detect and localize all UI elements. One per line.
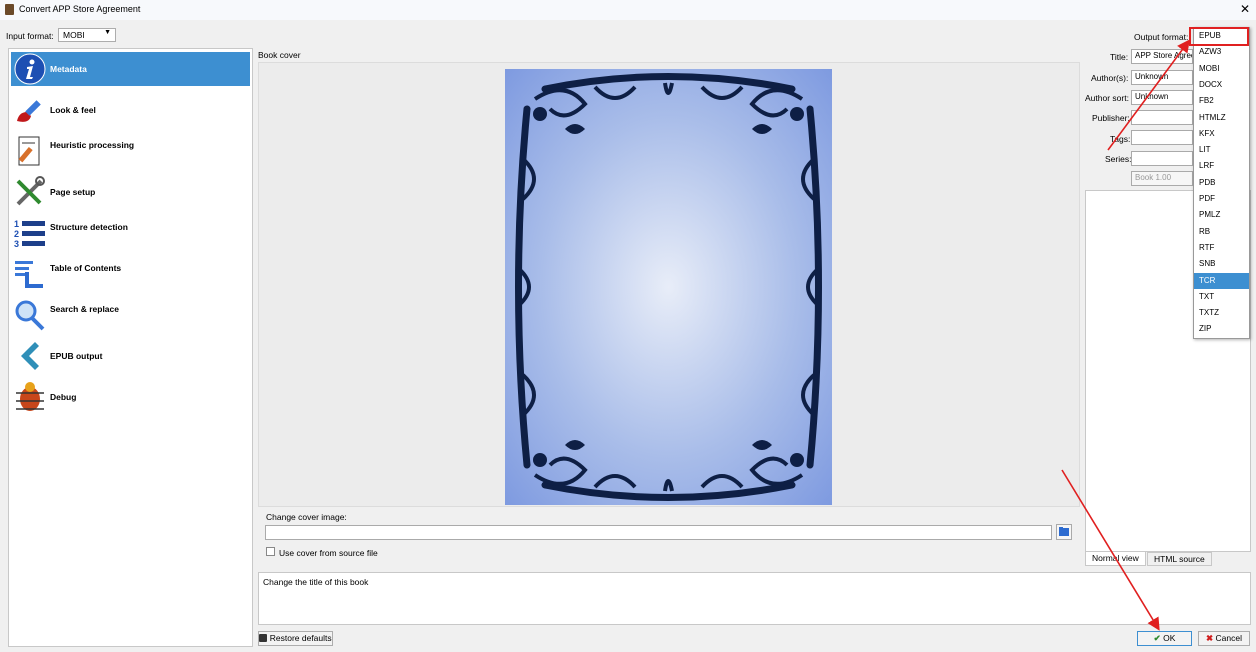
sidebar-item-label: Table of Contents [50,263,122,273]
series-label: Series: [1105,154,1132,164]
format-option-txtz[interactable]: TXTZ [1194,305,1249,321]
sidebar-item-structure[interactable]: 1 2 3 Structure detection [11,216,250,250]
format-option-pmlz[interactable]: PMLZ [1194,207,1249,223]
toc-icon [15,261,43,288]
tab-html-source[interactable]: HTML source [1147,552,1212,566]
title-field[interactable]: APP Store Agree [1131,49,1193,64]
authors-field[interactable]: Unknown [1131,70,1193,85]
svg-text:2: 2 [14,229,19,239]
title-bar: Convert APP Store Agreement ✕ [0,0,1256,20]
series-field[interactable] [1131,151,1193,166]
sidebar-item-metadata[interactable]: Metadata [11,52,250,86]
checkmark-icon: ✔ [1153,633,1161,643]
restore-icon [259,634,268,642]
annotation-highlight-box [1189,27,1249,46]
sidebar-item-label: Metadata [50,64,87,74]
sidebar-item-page-setup[interactable]: Page setup [11,175,250,209]
format-option-lrf[interactable]: LRF [1194,158,1249,174]
cover-path-input[interactable] [265,525,1052,540]
sidebar-item-label: Debug [50,392,77,402]
output-format-label: Output format: [1134,32,1189,42]
authors-label: Author(s): [1091,73,1129,83]
tags-field[interactable] [1131,130,1193,145]
svg-text:3: 3 [14,239,19,249]
format-option-txt[interactable]: TXT [1194,289,1249,305]
format-option-kfx[interactable]: KFX [1194,126,1249,142]
document-pen-icon [18,136,40,166]
close-icon[interactable]: ✕ [1240,2,1250,16]
cross-icon: ✖ [1206,633,1214,643]
tools-icon [16,176,45,206]
book-cover-image [505,69,832,505]
sidebar-item-toc[interactable]: Table of Contents [11,257,250,291]
app-icon [5,4,14,15]
format-option-pdb[interactable]: PDB [1194,175,1249,191]
sidebar-item-label: EPUB output [50,351,103,361]
format-option-rtf[interactable]: RTF [1194,240,1249,256]
format-option-zip[interactable]: ZIP [1194,321,1249,337]
info-icon [14,53,46,85]
ok-button[interactable]: ✔ OK [1137,631,1192,646]
format-option-mobi[interactable]: MOBI [1194,61,1249,77]
window-title: Convert APP Store Agreement [19,4,141,14]
author-sort-label: Author sort: [1085,93,1129,103]
restore-defaults-label: Restore defaults [269,633,332,643]
format-option-docx[interactable]: DOCX [1194,77,1249,93]
ok-label: OK [1163,633,1176,643]
use-source-cover-checkbox[interactable] [266,547,275,556]
format-option-htmlz[interactable]: HTMLZ [1194,110,1249,126]
sidebar-item-label: Look & feel [50,105,96,115]
numbered-list-icon: 1 2 3 [14,219,45,249]
format-option-fb2[interactable]: FB2 [1194,93,1249,109]
publisher-label: Publisher: [1092,113,1130,123]
book-cover-label: Book cover [258,50,301,60]
format-option-lit[interactable]: LIT [1194,142,1249,158]
sidebar-item-search-replace[interactable]: Search & replace [11,298,250,332]
description-text: Change the title of this book [263,577,369,587]
series-index-field[interactable]: Book 1.00 [1131,171,1193,186]
ornamental-frame [515,73,822,501]
description-box: Change the title of this book [258,572,1251,625]
format-option-snb[interactable]: SNB [1194,256,1249,272]
paintbrush-icon [17,100,41,122]
input-format-select[interactable]: MOBI ▼ [58,28,116,42]
browse-folder-button[interactable] [1056,524,1072,540]
svg-text:1: 1 [14,219,19,229]
format-option-azw3[interactable]: AZW3 [1194,44,1249,60]
sidebar-item-look-feel[interactable]: Look & feel [11,93,250,127]
sidebar-item-label: Heuristic processing [50,140,135,150]
folder-icon [1059,527,1069,536]
restore-defaults-button[interactable]: Restore defaults [258,631,333,646]
title-label: Title: [1110,52,1129,62]
cancel-button[interactable]: ✖ Cancel [1198,631,1250,646]
format-option-pdf[interactable]: PDF [1194,191,1249,207]
format-option-tcr[interactable]: TCR [1194,272,1249,289]
tab-normal-view[interactable]: Normal view [1085,552,1146,566]
sidebar-item-label: Structure detection [50,222,128,232]
use-source-cover-label: Use cover from source file [279,548,378,558]
tags-label: Tags: [1110,134,1131,144]
output-format-dropdown[interactable]: EPUB AZW3 MOBI DOCX FB2 HTMLZ KFX LIT LR… [1193,27,1250,339]
chevron-down-icon: ▼ [104,29,111,36]
sidebar-item-label: Page setup [50,187,96,197]
publisher-field[interactable] [1131,110,1193,125]
author-sort-field[interactable]: Unknown [1131,90,1193,105]
chevron-left-icon [21,342,39,370]
sidebar-item-debug[interactable]: Debug [11,380,250,414]
magnifier-icon [15,300,45,331]
sidebar-item-heuristic[interactable]: Heuristic processing [11,134,250,168]
change-cover-label: Change cover image: [266,512,347,522]
sidebar: Metadata Look & feel Heuristic processin… [8,48,253,647]
format-option-rb[interactable]: RB [1194,224,1249,240]
input-format-label: Input format: [6,31,54,41]
bug-icon [16,382,44,411]
sidebar-item-label: Search & replace [50,304,119,314]
cancel-label: Cancel [1215,633,1242,643]
sidebar-item-epub-output[interactable]: EPUB output [11,339,250,373]
input-format-value: MOBI [63,30,85,40]
